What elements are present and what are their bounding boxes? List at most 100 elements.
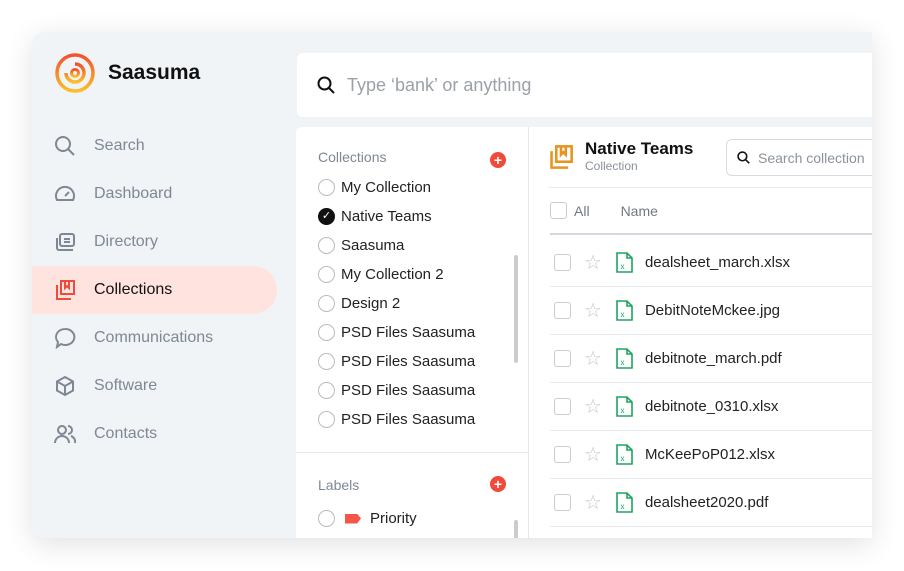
collection-radio[interactable]	[318, 382, 335, 399]
collection-name: Saasuma	[341, 237, 405, 254]
sidebar-item-search[interactable]: Search	[32, 122, 277, 170]
sidebar-item-label: Dashboard	[94, 185, 173, 202]
table-row[interactable]: ☆ x DebitNoteMckee.jpg	[550, 287, 872, 335]
excel-file-icon: x	[616, 492, 633, 513]
star-icon[interactable]: ☆	[584, 490, 602, 515]
labels-scrollbar[interactable]	[514, 520, 518, 538]
excel-file-icon: x	[616, 348, 633, 369]
svg-text:x: x	[620, 454, 624, 463]
row-checkbox[interactable]	[554, 494, 571, 511]
table-header: All Name	[550, 202, 658, 219]
collection-item[interactable]: PSD Files Saasuma	[318, 324, 475, 341]
sidebar-item-label: Search	[94, 137, 145, 154]
star-icon[interactable]: ☆	[584, 442, 602, 467]
sidebar-item-label: Directory	[94, 233, 159, 250]
row-checkbox[interactable]	[554, 446, 571, 463]
collection-icon	[550, 145, 573, 169]
collections-icon	[56, 280, 75, 300]
collection-radio[interactable]	[318, 324, 335, 341]
sidebar-item-label: Contacts	[94, 425, 158, 442]
file-name[interactable]: McKeePoP012.xlsx	[645, 446, 775, 463]
collection-name: PSD Files Saasuma	[341, 353, 476, 370]
collection-item[interactable]: My Collection 2	[318, 266, 444, 283]
sidebar-item-collections[interactable]: Collections	[32, 266, 277, 314]
name-column-header[interactable]: Name	[621, 203, 658, 219]
add-label-button[interactable]: +	[490, 476, 506, 492]
svg-text:x: x	[620, 358, 624, 367]
search-icon	[317, 76, 335, 94]
star-icon[interactable]: ☆	[584, 250, 602, 275]
star-icon[interactable]: ☆	[584, 298, 602, 323]
table-row[interactable]: ☆ x debitnote_march.pdf	[550, 335, 872, 383]
sidebar-nav: Search Dashboard Directory Collections C…	[32, 122, 277, 458]
global-search-input[interactable]: Type ‘bank’ or anything	[347, 75, 531, 96]
table-row[interactable]: ☆ x McKeePoP012.xlsx	[550, 431, 872, 479]
collection-name: Native Teams	[341, 208, 432, 225]
tag-icon	[345, 513, 361, 524]
row-checkbox[interactable]	[554, 254, 571, 271]
collection-subtitle: Collection	[585, 159, 638, 173]
collection-radio[interactable]	[318, 237, 335, 254]
table-row[interactable]: ☆ x debitnote_0310.xlsx	[550, 383, 872, 431]
collection-name: PSD Files Saasuma	[341, 411, 476, 428]
collection-radio[interactable]	[318, 295, 335, 312]
select-all-label: All	[574, 202, 590, 219]
collection-radio[interactable]: ✓	[318, 208, 335, 225]
sidebar-item-dashboard[interactable]: Dashboard	[32, 170, 277, 218]
collection-radio[interactable]	[318, 353, 335, 370]
select-all-checkbox[interactable]	[550, 202, 567, 219]
collections-scrollbar[interactable]	[514, 255, 518, 363]
labels-title: Labels	[318, 477, 360, 493]
label-name: Priority	[370, 510, 417, 527]
file-name[interactable]: DebitNoteMckee.jpg	[645, 302, 780, 319]
label-item[interactable]: Priority	[318, 510, 417, 527]
row-checkbox[interactable]	[554, 350, 571, 367]
sidebar-item-label: Communications	[94, 329, 214, 346]
collection-item[interactable]: Saasuma	[318, 237, 404, 254]
collection-radio[interactable]	[318, 266, 335, 283]
collection-search-placeholder: Search collection	[758, 149, 865, 166]
row-checkbox[interactable]	[554, 398, 571, 415]
star-icon[interactable]: ☆	[584, 346, 602, 371]
label-radio[interactable]	[318, 510, 335, 527]
file-name[interactable]: debitnote_march.pdf	[645, 350, 782, 367]
collection-radio[interactable]	[318, 179, 335, 196]
svg-text:x: x	[620, 502, 624, 511]
app-window: Saasuma Search Dashboard Directory Colle…	[32, 32, 872, 538]
collection-item[interactable]: PSD Files Saasuma	[318, 382, 475, 399]
excel-file-icon: x	[616, 300, 633, 321]
collection-search-input[interactable]: Search collection	[726, 139, 872, 176]
excel-file-icon: x	[616, 252, 633, 273]
collection-title: Native Teams	[585, 139, 694, 158]
brand: Saasuma	[54, 52, 200, 94]
file-name[interactable]: dealsheet_march.xlsx	[645, 254, 790, 271]
collection-item[interactable]: ✓ Native Teams	[318, 208, 432, 225]
global-search[interactable]: Type ‘bank’ or anything	[297, 53, 872, 117]
collections-column: Collections + My Collection ✓ Native Teams…	[296, 127, 529, 538]
collection-item[interactable]: Design 2	[318, 295, 400, 312]
sidebar-item-directory[interactable]: Directory	[32, 218, 277, 266]
add-collection-button[interactable]: +	[490, 152, 506, 168]
row-checkbox[interactable]	[554, 302, 571, 319]
directory-icon	[56, 233, 75, 251]
collection-item[interactable]: My Collection	[318, 179, 431, 196]
collection-item[interactable]: PSD Files Saasuma	[318, 411, 475, 428]
table-row[interactable]: ☆ x dealsheet_march.xlsx	[550, 239, 872, 287]
svg-text:x: x	[620, 262, 624, 271]
sidebar-item-communications[interactable]: Communications	[32, 314, 277, 362]
table-row[interactable]: ☆ x dealsheet2020.pdf	[550, 479, 872, 527]
brand-name: Saasuma	[108, 61, 201, 84]
sidebar-item-contacts[interactable]: Contacts	[32, 410, 277, 458]
chat-icon	[55, 327, 76, 349]
sidebar-item-label: Software	[94, 377, 158, 394]
file-name[interactable]: debitnote_0310.xlsx	[645, 398, 778, 415]
collection-name: My Collection 2	[341, 266, 444, 283]
box-icon	[56, 375, 74, 397]
star-icon[interactable]: ☆	[584, 394, 602, 419]
collection-name: Design 2	[341, 295, 401, 312]
collection-radio[interactable]	[318, 411, 335, 428]
file-name[interactable]: dealsheet2020.pdf	[645, 494, 768, 511]
collection-item[interactable]: PSD Files Saasuma	[318, 353, 475, 370]
sidebar-item-software[interactable]: Software	[32, 362, 277, 410]
svg-text:x: x	[620, 310, 624, 319]
